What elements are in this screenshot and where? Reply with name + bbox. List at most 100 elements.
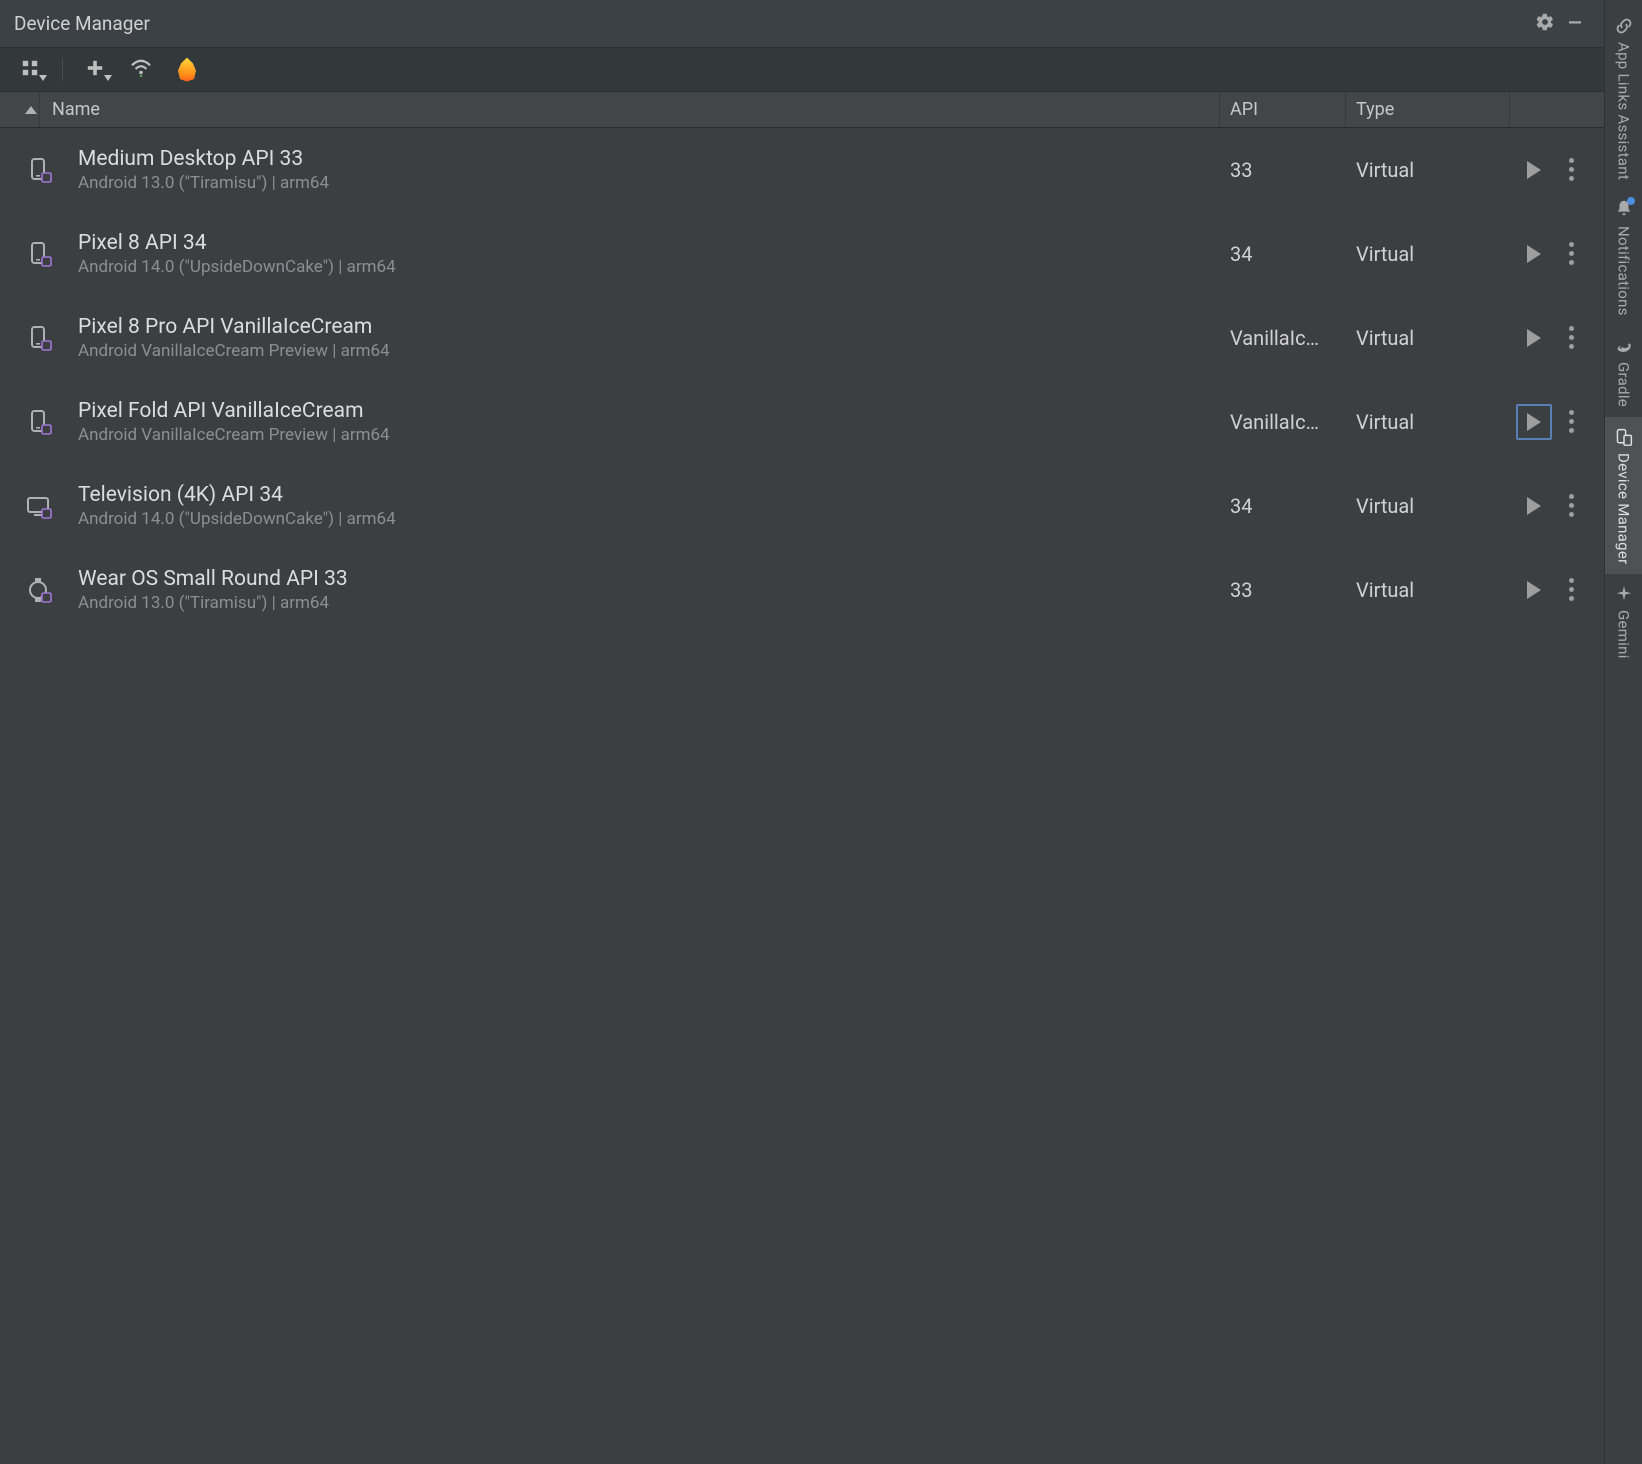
gear-icon (1535, 12, 1555, 36)
siderail-item-notifications[interactable]: Notifications (1605, 190, 1642, 326)
add-device-button[interactable] (81, 56, 109, 84)
chevron-down-icon (39, 66, 47, 85)
device-name: Pixel 8 API 34 (78, 231, 1210, 255)
device-subtitle: Android VanillaIceCream Preview | arm64 (78, 341, 1210, 361)
device-name: Medium Desktop API 33 (78, 147, 1210, 171)
firebase-button[interactable] (173, 56, 201, 84)
play-icon (1527, 497, 1541, 515)
device-name-cell: Pixel 8 API 34Android 14.0 ("UpsideDownC… (78, 231, 1220, 277)
panel-title: Device Manager (14, 12, 1530, 35)
table-header: Name API Type (0, 92, 1604, 128)
device-name: Pixel Fold API VanillaIceCream (78, 399, 1210, 423)
device-actions (1510, 320, 1604, 356)
device-actions (1510, 488, 1604, 524)
wifi-pair-button[interactable] (127, 56, 155, 84)
device-name-cell: Pixel Fold API VanillaIceCreamAndroid Va… (78, 399, 1220, 445)
device-type: Virtual (1346, 494, 1510, 518)
device-type: Virtual (1346, 242, 1510, 266)
run-device-button[interactable] (1516, 404, 1552, 440)
siderail-item-device-manager[interactable]: Device Manager (1605, 417, 1642, 575)
device-more-button[interactable] (1560, 404, 1582, 440)
toolbar-separator (62, 59, 63, 81)
column-actions (1510, 92, 1604, 127)
run-device-button[interactable] (1516, 572, 1552, 608)
column-api[interactable]: API (1220, 92, 1346, 127)
device-row[interactable]: Pixel 8 Pro API VanillaIceCreamAndroid V… (0, 296, 1604, 380)
play-icon (1527, 245, 1541, 263)
play-icon (1527, 581, 1541, 599)
siderail-label: Notifications (1615, 226, 1633, 316)
run-device-button[interactable] (1516, 320, 1552, 356)
grid-view-button[interactable] (16, 56, 44, 84)
siderail-label: App Links Assistant (1615, 42, 1633, 180)
device-actions (1510, 572, 1604, 608)
device-name-cell: Wear OS Small Round API 33Android 13.0 (… (78, 567, 1220, 613)
flame-icon (177, 58, 197, 82)
device-row[interactable]: Medium Desktop API 33Android 13.0 ("Tira… (0, 128, 1604, 212)
device-api: VanillaIc… (1220, 326, 1346, 350)
run-device-button[interactable] (1516, 152, 1552, 188)
device-name-cell: Television (4K) API 34Android 14.0 ("Ups… (78, 483, 1220, 529)
device-manager-icon (1614, 427, 1634, 447)
minimize-button[interactable] (1560, 9, 1590, 39)
device-table-body: Medium Desktop API 33Android 13.0 ("Tira… (0, 128, 1604, 1464)
device-more-button[interactable] (1560, 488, 1582, 524)
device-row[interactable]: Wear OS Small Round API 33Android 13.0 (… (0, 548, 1604, 632)
device-row[interactable]: Pixel Fold API VanillaIceCreamAndroid Va… (0, 380, 1604, 464)
device-type-icon (0, 493, 78, 519)
device-type: Virtual (1346, 578, 1510, 602)
device-more-button[interactable] (1560, 152, 1582, 188)
panel-header: Device Manager (0, 0, 1604, 48)
device-actions (1510, 236, 1604, 272)
right-tool-rail: App Links Assistant Notifications Gradle De… (1604, 0, 1642, 1464)
device-api: VanillaIc… (1220, 410, 1346, 434)
column-name[interactable]: Name (40, 92, 1220, 127)
device-actions (1510, 152, 1604, 188)
device-type-icon (0, 325, 78, 351)
device-row[interactable]: Pixel 8 API 34Android 14.0 ("UpsideDownC… (0, 212, 1604, 296)
chevron-down-icon (104, 66, 112, 85)
device-name-cell: Pixel 8 Pro API VanillaIceCreamAndroid V… (78, 315, 1220, 361)
device-type-icon (0, 157, 78, 183)
device-name-cell: Medium Desktop API 33Android 13.0 ("Tira… (78, 147, 1220, 193)
device-type-icon (0, 241, 78, 267)
column-type[interactable]: Type (1346, 92, 1510, 127)
device-subtitle: Android 14.0 ("UpsideDownCake") | arm64 (78, 509, 1210, 529)
device-type-icon (0, 409, 78, 435)
plus-icon (86, 59, 104, 81)
play-icon (1527, 161, 1541, 179)
device-type: Virtual (1346, 410, 1510, 434)
device-name: Television (4K) API 34 (78, 483, 1210, 507)
device-more-button[interactable] (1560, 320, 1582, 356)
notifications-icon (1614, 200, 1634, 220)
device-subtitle: Android 14.0 ("UpsideDownCake") | arm64 (78, 257, 1210, 277)
column-sort-indicator[interactable] (0, 92, 40, 127)
siderail-item-app-links[interactable]: App Links Assistant (1605, 6, 1642, 190)
toolbar (0, 48, 1604, 92)
device-actions (1510, 404, 1604, 440)
gemini-icon (1614, 584, 1634, 604)
device-row[interactable]: Television (4K) API 34Android 14.0 ("Ups… (0, 464, 1604, 548)
device-subtitle: Android 13.0 ("Tiramisu") | arm64 (78, 593, 1210, 613)
siderail-label: Gradle (1615, 362, 1633, 407)
siderail-label: Gemini (1615, 610, 1633, 659)
device-api: 33 (1220, 158, 1346, 182)
device-name: Pixel 8 Pro API VanillaIceCream (78, 315, 1210, 339)
siderail-item-gemini[interactable]: Gemini (1605, 574, 1642, 669)
device-more-button[interactable] (1560, 236, 1582, 272)
device-type: Virtual (1346, 158, 1510, 182)
device-subtitle: Android 13.0 ("Tiramisu") | arm64 (78, 173, 1210, 193)
run-device-button[interactable] (1516, 236, 1552, 272)
device-api: 34 (1220, 242, 1346, 266)
wifi-icon (130, 59, 152, 81)
device-api: 33 (1220, 578, 1346, 602)
settings-button[interactable] (1530, 9, 1560, 39)
device-more-button[interactable] (1560, 572, 1582, 608)
device-api: 34 (1220, 494, 1346, 518)
minimize-icon (1566, 13, 1584, 35)
device-subtitle: Android VanillaIceCream Preview | arm64 (78, 425, 1210, 445)
siderail-item-gradle[interactable]: Gradle (1605, 326, 1642, 417)
run-device-button[interactable] (1516, 488, 1552, 524)
siderail-label: Device Manager (1615, 453, 1633, 565)
device-type-icon (0, 577, 78, 603)
